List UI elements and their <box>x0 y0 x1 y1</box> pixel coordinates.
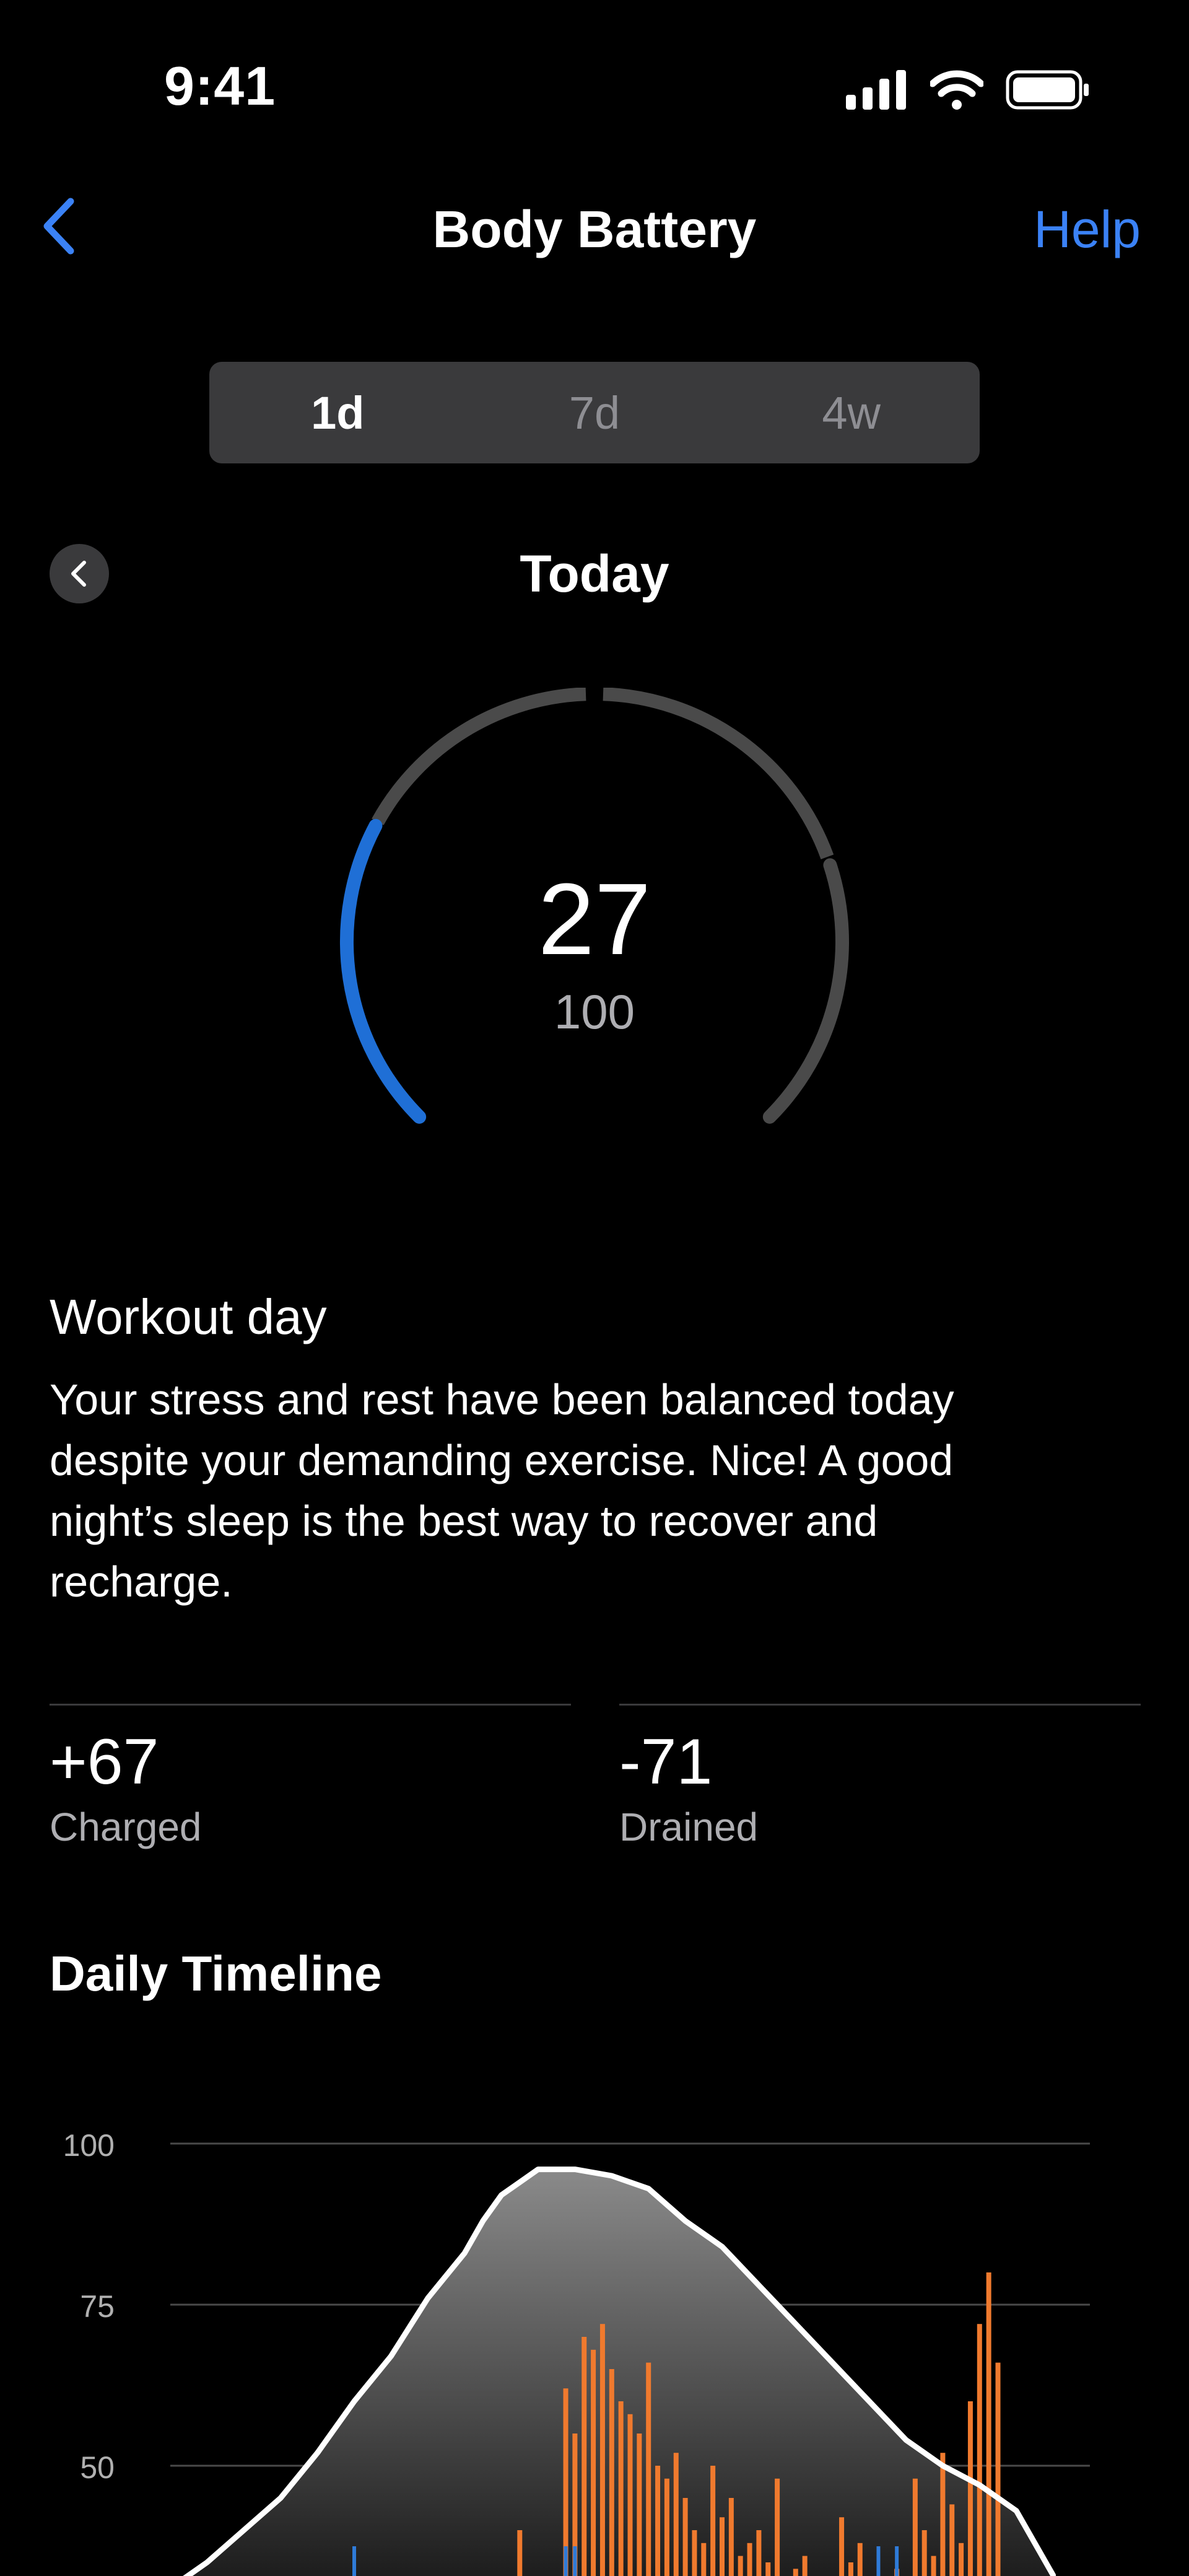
y-tick-label: 50 <box>80 2450 115 2485</box>
timeline-title: Daily Timeline <box>50 1946 382 2001</box>
stress-bar <box>728 2498 734 2576</box>
segment-4w[interactable]: 4w <box>723 362 980 463</box>
stress-bar <box>802 2556 808 2576</box>
charged-value: +67 <box>50 1726 159 1798</box>
y-tick-label: 100 <box>63 2128 115 2163</box>
stress-bar <box>912 2478 918 2576</box>
stress-bar <box>618 2401 624 2576</box>
stress-bar <box>609 2369 614 2576</box>
stress-bar <box>765 2562 771 2576</box>
gauge-max: 100 <box>554 984 635 1039</box>
gauge-track <box>603 688 834 859</box>
summary-body: Your stress and rest have been balanced … <box>50 1375 954 1606</box>
wifi-icon <box>930 70 983 110</box>
help-button[interactable]: Help <box>1034 199 1141 260</box>
battery-icon <box>1006 70 1089 110</box>
stress-bar <box>738 2556 743 2576</box>
stress-bar <box>710 2466 716 2576</box>
summary-title: Workout day <box>50 1289 327 1344</box>
y-tick-label: 75 <box>80 2289 115 2324</box>
stress-bar <box>747 2543 752 2576</box>
stress-bar <box>591 2349 596 2576</box>
gauge-value: 27 <box>538 862 651 976</box>
page-title: Body Battery <box>432 200 757 258</box>
stress-bar <box>682 2498 688 2576</box>
stress-bar <box>655 2466 661 2576</box>
stress-bar <box>995 2362 1001 2576</box>
stress-bar <box>921 2530 927 2576</box>
charged-label: Charged <box>50 1805 202 1849</box>
stress-bar <box>664 2478 669 2576</box>
divider <box>50 1704 571 1706</box>
rest-bar <box>573 2546 577 2576</box>
stress-bar <box>940 2453 946 2576</box>
stress-bar <box>839 2517 845 2576</box>
segment-1d[interactable]: 1d <box>209 362 466 463</box>
stress-bar <box>581 2337 587 2576</box>
stress-bar <box>967 2401 973 2576</box>
stress-bar <box>646 2362 651 2576</box>
rest-bar <box>352 2546 356 2576</box>
stress-bar <box>599 2324 605 2576</box>
stress-bar <box>857 2543 863 2576</box>
status-icons <box>846 68 1090 112</box>
stress-bar <box>775 2478 780 2576</box>
stress-bar <box>627 2414 633 2576</box>
stress-bar <box>756 2530 762 2576</box>
rest-bar <box>876 2546 881 2576</box>
range-segmented-control: 1d 7d 4w <box>209 362 980 463</box>
stress-bar <box>720 2517 725 2576</box>
stress-bar <box>692 2530 697 2576</box>
stress-bar <box>701 2543 707 2576</box>
daily-timeline-chart: 100755025 <box>63 2128 1090 2576</box>
rest-bar <box>564 2546 568 2576</box>
rest-bar <box>895 2546 899 2576</box>
gauge-track <box>372 688 586 826</box>
stress-bar <box>517 2530 523 2576</box>
stress-bar <box>959 2543 964 2576</box>
stress-bar <box>673 2453 679 2576</box>
date-title: Today <box>520 545 669 603</box>
drained-value: -71 <box>619 1726 713 1798</box>
status-time: 9:41 <box>164 55 276 116</box>
stress-bar <box>848 2562 853 2576</box>
stress-bar <box>637 2434 642 2576</box>
stress-bar <box>977 2324 982 2576</box>
drained-label: Drained <box>619 1805 759 1849</box>
cellular-signal-icon <box>846 70 906 110</box>
divider <box>619 1704 1141 1706</box>
segment-7d[interactable]: 7d <box>466 362 723 463</box>
stress-bar <box>949 2504 955 2576</box>
stress-bar <box>931 2556 936 2576</box>
stress-bar <box>793 2569 798 2576</box>
stress-bar <box>986 2272 991 2576</box>
